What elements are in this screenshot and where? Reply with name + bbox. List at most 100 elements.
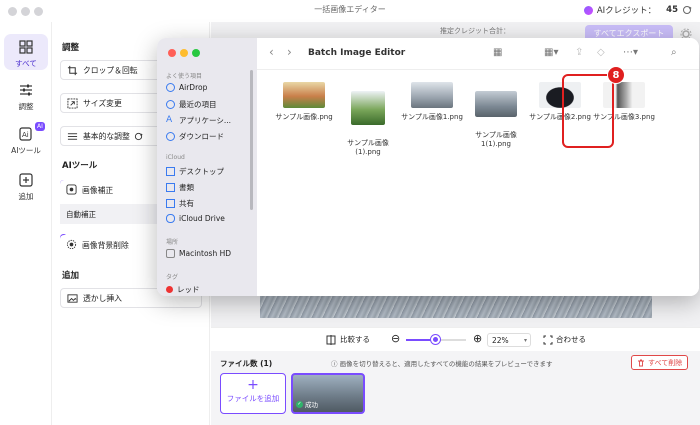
sidebar-label: デスクトップ [179, 167, 224, 176]
more-options-icon[interactable]: ⋯▾ [623, 47, 638, 58]
left-rail: すべて 調整 Ai AIツール AI 追加 [0, 22, 52, 425]
download-icon [166, 132, 175, 141]
file-thumbnail-icon [411, 82, 453, 108]
estimate-credit: 推定クレジット合計： [440, 27, 510, 35]
cloud-icon [166, 214, 175, 223]
compare-icon [326, 334, 336, 345]
rail-label-ai-tools: AIツール [11, 146, 41, 155]
sidebar-item-applications[interactable]: A アプリケーシ... [166, 115, 231, 126]
file-thumbnail[interactable]: ✓ 成功 [291, 373, 365, 414]
sidebar-item-icloud-drive[interactable]: iCloud Drive [166, 214, 225, 223]
red-tag-icon [166, 286, 173, 293]
dialog-minimize-button[interactable] [180, 49, 188, 57]
file-item[interactable]: サンプル画像 (1).png [333, 82, 403, 157]
ai-credit: AIクレジット： 45 [583, 4, 692, 16]
sliders-icon [67, 133, 78, 140]
ai-badge: AI [35, 122, 45, 131]
delete-all-label: すべて削除 [648, 358, 683, 367]
finder-sidebar: よく使う項目 AirDrop 最近の項目 A アプリケーシ... ダウンロード i… [157, 38, 257, 296]
file-note: ⓘ 画像を切り替えると、適用したすべての機能の結果をプレビューできます [331, 360, 553, 368]
finder-toolbar: ‹ › Batch Image Editor ▦ ▦▾ ⇪ ◇ ⋯▾ ⌕ [257, 38, 699, 70]
sidebar-item-desktop[interactable]: デスクトップ [166, 166, 224, 177]
zoom-slider[interactable] [406, 335, 466, 344]
file-name: サンプル画像1.png [401, 113, 463, 121]
sidebar-label: アプリケーシ... [179, 116, 232, 125]
sidebar-label: 共有 [179, 199, 194, 208]
crop-icon [67, 65, 78, 76]
zoom-toolbar: 比較する ⊖ ⊕ 22% ▾ 合わせる [211, 327, 700, 351]
grid-icon [19, 40, 33, 54]
view-mode-icon[interactable]: ▦ [493, 47, 502, 58]
refresh-icon[interactable] [682, 5, 692, 15]
sidebar-label: レッド [177, 285, 200, 294]
sidebar-scrollbar[interactable] [250, 70, 253, 210]
sidebar-label: iCloud Drive [179, 214, 225, 223]
dialog-close-button[interactable] [168, 49, 176, 57]
file-item[interactable]: サンプル画像1.png [397, 82, 467, 122]
section-title-ai-tools: AIツール [62, 161, 98, 171]
plus-icon: + [247, 377, 259, 393]
credit-label: AIクレジット： [596, 6, 657, 16]
zoom-slider-knob[interactable] [431, 335, 440, 344]
credit-icon [583, 5, 593, 15]
sliders-icon [20, 84, 32, 96]
locations-label: 場所 [166, 239, 179, 246]
rail-label-adjust: 調整 [18, 102, 34, 111]
sidebar-item-recents[interactable]: 最近の項目 [166, 99, 217, 110]
sidebar-item-documents[interactable]: 書類 [166, 182, 194, 193]
bg-remove-label: 画像背景削除 [82, 240, 129, 250]
compare-button[interactable]: 比較する [326, 334, 370, 345]
file-item[interactable]: サンプル画像.png [269, 82, 339, 122]
add-file-label: ファイルを追加 [226, 394, 280, 403]
add-file-button[interactable]: + ファイルを追加 [220, 373, 286, 414]
rail-item-add[interactable]: 追加 [4, 172, 48, 202]
crop-rotate-label: クロップ＆回転 [83, 65, 138, 75]
step-badge: 8 [607, 66, 625, 84]
zoom-out-icon[interactable]: ⊖ [391, 332, 400, 345]
reset-icon[interactable] [134, 132, 143, 141]
enhance-label: 画像補正 [82, 185, 114, 195]
back-icon[interactable]: ‹ [269, 45, 274, 59]
sidebar-item-downloads[interactable]: ダウンロード [166, 131, 224, 142]
sidebar-item-macintosh-hd[interactable]: Macintosh HD [166, 249, 231, 258]
tag-icon[interactable]: ◇ [597, 47, 605, 58]
delete-all-button[interactable]: すべて削除 [631, 355, 689, 370]
fit-icon [543, 335, 553, 344]
rail-item-adjust[interactable]: 調整 [4, 82, 48, 112]
file-thumbnail-icon [351, 91, 385, 125]
fit-button[interactable]: 合わせる [543, 334, 586, 345]
basic-adjust-label: 基本的な調整 [83, 131, 130, 141]
title-bar: 一括画像エディター AIクレジット： 45 [0, 0, 700, 22]
search-icon[interactable]: ⌕ [671, 47, 677, 58]
group-icon[interactable]: ▦▾ [544, 47, 558, 58]
file-item-selected[interactable]: サンプル画像 1(1).png [461, 82, 531, 149]
desktop-icon [166, 167, 175, 176]
file-picker-dialog: よく使う項目 AirDrop 最近の項目 A アプリケーシ... ダウンロード i… [157, 38, 699, 296]
dialog-zoom-button[interactable] [192, 49, 200, 57]
credit-value: 45 [666, 5, 678, 15]
sidebar-label: ダウンロード [179, 132, 224, 141]
enhance-icon [66, 184, 77, 195]
rail-item-all[interactable]: すべて [4, 34, 48, 70]
image-icon [67, 294, 78, 303]
success-badge: ✓ 成功 [296, 399, 318, 409]
sidebar-item-shared[interactable]: 共有 [166, 198, 194, 209]
sidebar-item-tag-red[interactable]: レッド [166, 284, 200, 295]
zoom-select[interactable]: 22% ▾ [487, 333, 531, 347]
zoom-in-icon[interactable]: ⊕ [473, 332, 482, 345]
share-icon[interactable]: ⇪ [575, 47, 583, 58]
bg-remove-icon [66, 239, 77, 250]
sidebar-item-airdrop[interactable]: AirDrop [166, 83, 207, 92]
favorites-label: よく使う項目 [166, 73, 203, 80]
applications-icon: A [166, 115, 173, 125]
compare-label: 比較する [340, 335, 370, 344]
sidebar-label: 書類 [179, 183, 194, 192]
forward-icon[interactable]: › [287, 45, 292, 59]
rail-label-all: すべて [15, 59, 37, 68]
clock-icon [166, 100, 175, 109]
watermark-label: 透かし挿入 [83, 293, 122, 303]
folder-title: Batch Image Editor [308, 48, 406, 58]
chevron-down-icon: ▾ [523, 336, 527, 344]
finder-content: ‹ › Batch Image Editor ▦ ▦▾ ⇪ ◇ ⋯▾ ⌕ サンプ… [257, 38, 699, 296]
file-note-text: 画像を切り替えると、適用したすべての機能の結果をプレビューできます [339, 360, 553, 368]
